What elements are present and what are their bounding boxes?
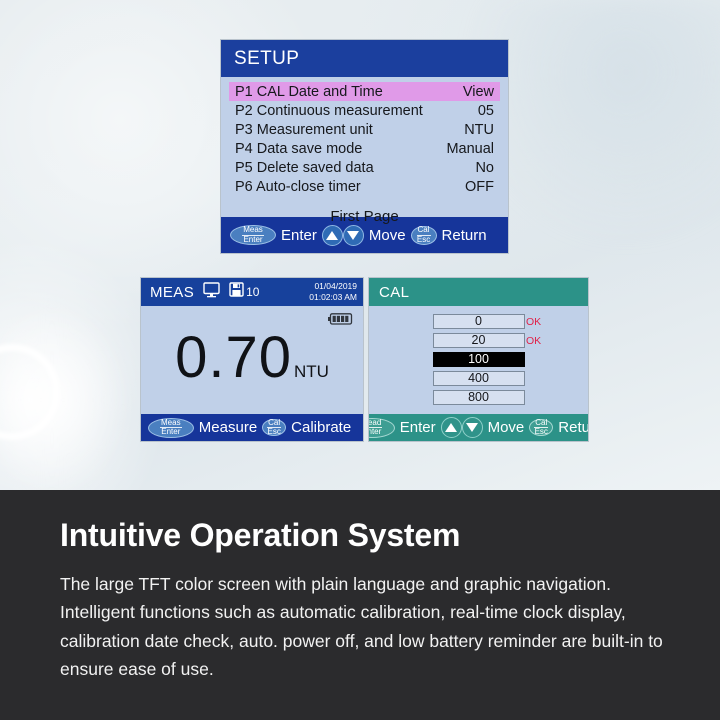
cal-standard-status: OK (526, 315, 542, 328)
meas-header: MEAS 10 01/04/2019 01:02:03 AM (141, 278, 363, 306)
setup-menu-value: 05 (477, 102, 494, 119)
setup-menu-item-p4[interactable]: P4 Data save mode Manual (229, 139, 500, 158)
meas-footer-action-calibrate: Calibrate (291, 419, 352, 436)
meas-time: 01:02:03 AM (309, 292, 357, 302)
setup-menu-label: P4 Data save mode (235, 140, 363, 157)
meas-footer-bar: Meas Enter Measure Cal Esc Calibrate (141, 414, 363, 441)
cal-standard-row[interactable]: 0 OK (369, 312, 588, 331)
meas-date: 01/04/2019 (314, 280, 357, 291)
key-line-2: Esc (534, 427, 548, 436)
arrow-up-icon[interactable] (440, 417, 462, 438)
promo-heading: Intuitive Operation System (60, 517, 461, 553)
key-line-2: Enter (369, 427, 382, 436)
floppy-save-icon (229, 282, 244, 302)
arrow-up-icon[interactable] (321, 224, 343, 246)
setup-menu-item-p1[interactable]: P1 CAL Date and Time View (229, 82, 500, 101)
setup-menu-item-p5[interactable]: P5 Delete saved data No (229, 158, 500, 177)
meas-reading: 0.70 NTU (141, 324, 363, 391)
cal-standard-value: 800 (432, 390, 525, 405)
promo-body: The large TFT color screen with plain la… (60, 574, 663, 680)
setup-menu-item-p3[interactable]: P3 Measurement unit NTU (229, 120, 500, 139)
setup-footer-action-return: Return (441, 226, 487, 244)
setup-menu-value: OFF (465, 178, 494, 195)
setup-menu-item-p2[interactable]: P2 Continuous measurement 05 (229, 101, 500, 120)
key-line-2: Esc (267, 427, 281, 436)
read-enter-key-icon[interactable]: Read Enter (369, 417, 395, 438)
cal-standard-value: 400 (432, 371, 525, 386)
setup-title: SETUP (234, 47, 300, 69)
setup-menu-value: Manual (446, 140, 494, 157)
setup-menu-value: No (475, 159, 494, 176)
setup-menu-list: P1 CAL Date and Time View P2 Continuous … (221, 77, 508, 225)
meas-enter-key-icon[interactable]: Meas Enter (230, 225, 276, 245)
meas-save-count: 10 (246, 285, 260, 299)
promo-section: Intuitive Operation System The large TFT… (0, 490, 720, 720)
arrow-down-icon[interactable] (461, 417, 483, 438)
cal-header: CAL (369, 278, 588, 306)
cal-standard-row[interactable]: 400 (369, 369, 588, 388)
cal-standard-row[interactable]: 20 OK (369, 331, 588, 350)
meas-title: MEAS (150, 283, 195, 301)
cal-esc-key-icon[interactable]: Cal Esc (262, 418, 287, 436)
setup-header: SETUP (221, 40, 508, 77)
setup-menu-label: P1 CAL Date and Time (235, 83, 383, 100)
key-line-2: Esc (416, 234, 431, 244)
cal-footer-action-move: Move (487, 419, 525, 436)
setup-menu-item-p6[interactable]: P6 Auto-close timer OFF (229, 177, 500, 196)
meas-unit: NTU (293, 362, 329, 381)
monitor-icon (203, 281, 220, 303)
page-root: SETUP P1 CAL Date and Time View P2 Conti… (0, 0, 720, 720)
setup-footer-action-move: Move (368, 226, 406, 244)
meas-screen: MEAS 10 01/04/2019 01:02:03 AM 0.70 NTU … (140, 277, 364, 442)
cal-standard-value: 100 (432, 352, 525, 367)
cal-footer-action-return: Return (558, 419, 588, 436)
meas-value: 0.70 (175, 325, 292, 390)
cal-footer-bar: Read Enter Enter Move Cal Esc Return (369, 414, 588, 441)
cal-standards-list: 0 OK 20 OK 100 400 800 (369, 306, 588, 414)
cal-standard-value: 20 (432, 333, 525, 348)
key-line-2: Enter (243, 234, 263, 244)
cal-standard-row[interactable]: 800 (369, 388, 588, 407)
cal-standard-value: 0 (432, 314, 525, 329)
arrow-down-icon[interactable] (342, 224, 364, 246)
cal-footer-action-enter: Enter (399, 419, 436, 436)
setup-menu-label: P5 Delete saved data (235, 159, 374, 176)
cal-esc-key-icon[interactable]: Cal Esc (529, 418, 554, 436)
meas-footer-action-measure: Measure (198, 419, 258, 436)
setup-screen: SETUP P1 CAL Date and Time View P2 Conti… (220, 39, 509, 254)
meas-enter-key-icon[interactable]: Meas Enter (147, 417, 194, 438)
setup-menu-label: P3 Measurement unit (235, 121, 373, 138)
cal-esc-key-icon[interactable]: Cal Esc (410, 225, 437, 245)
cal-standard-row[interactable]: 100 (369, 350, 588, 369)
setup-menu-value: View (462, 83, 494, 100)
cal-title: CAL (379, 283, 410, 301)
key-line-2: Enter (161, 427, 181, 436)
setup-menu-label: P2 Continuous measurement (235, 102, 423, 119)
meas-datetime: 01/04/2019 01:02:03 AM (309, 281, 357, 303)
cal-screen: CAL 0 OK 20 OK 100 400 800 ead ter Enter… (368, 277, 589, 442)
setup-footer-action-enter: Enter (281, 226, 317, 244)
meas-display-area: 0.70 NTU (141, 306, 363, 414)
setup-menu-value: NTU (464, 121, 494, 138)
setup-menu-label: P6 Auto-close timer (235, 178, 361, 195)
cal-standard-status: OK (526, 334, 542, 347)
